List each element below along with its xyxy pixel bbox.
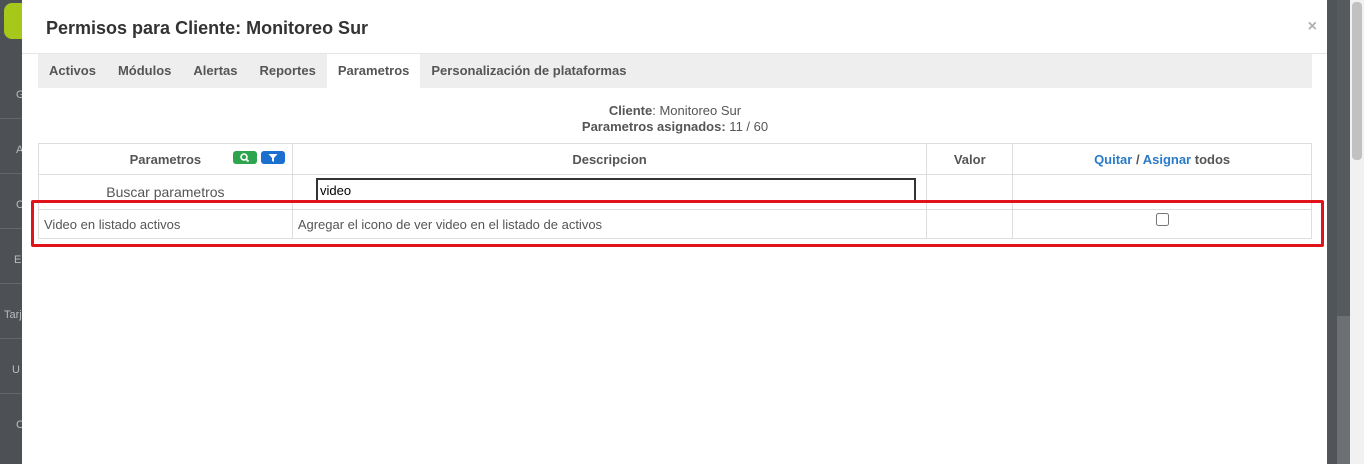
tab-reportes[interactable]: Reportes [248, 54, 326, 88]
assigned-info: Parametros asignados: 11 / 60 [38, 119, 1312, 134]
quitar-todos-link[interactable]: Quitar [1094, 152, 1132, 167]
row-assign-cell [1012, 209, 1312, 239]
tab-parametros[interactable]: Parametros [326, 54, 421, 88]
page-scrollbar[interactable] [1350, 0, 1364, 464]
table-header-row: Parametros Descripcion Valor Quitar / As… [38, 143, 1312, 175]
modal-title: Permisos para Cliente: Monitoreo Sur [46, 18, 369, 38]
row-name: Video en listado activos [38, 209, 293, 239]
search-icon [240, 153, 250, 163]
app-sidebar [0, 0, 22, 464]
search-input[interactable] [316, 178, 916, 202]
permissions-modal: Permisos para Cliente: Monitoreo Sur × A… [22, 0, 1327, 464]
tab-activos[interactable]: Activos [38, 54, 107, 88]
sidebar-divider [0, 173, 22, 174]
header-actions: Quitar / Asignar todos [1012, 143, 1312, 175]
client-info: Cliente: Monitoreo Sur [38, 103, 1312, 118]
filter-icon [268, 154, 278, 163]
sidebar-divider [0, 338, 22, 339]
table-row: Video en listado activos Agregar el icon… [38, 209, 1312, 239]
header-slash: / [1132, 151, 1143, 167]
client-value: : Monitoreo Sur [652, 103, 742, 118]
modal-scrollbar-track [1327, 0, 1337, 464]
sidebar-divider [0, 393, 22, 394]
tab-personalizacion[interactable]: Personalización de plataformas [420, 54, 637, 88]
tab-bar: Activos Módulos Alertas Reportes Paramet… [38, 54, 1312, 88]
header-buttons [233, 149, 285, 165]
header-parametros: Parametros [38, 143, 293, 175]
header-descripcion: Descripcion [291, 143, 928, 175]
tab-alertas[interactable]: Alertas [182, 54, 248, 88]
row-assign-checkbox[interactable] [1155, 213, 1169, 226]
row-description: Agregar el icono de ver video en el list… [291, 209, 928, 239]
header-parametros-label: Parametros [129, 151, 202, 167]
modal-scrollbar-thumb[interactable] [1337, 316, 1350, 464]
asignar-todos-link[interactable]: Asignar [1143, 152, 1191, 167]
sidebar-divider [0, 283, 22, 284]
assigned-label: Parametros asignados: [581, 119, 726, 134]
sidebar-divider [0, 118, 22, 119]
assigned-value: 11 / 60 [725, 119, 769, 134]
search-button[interactable] [233, 151, 257, 165]
row-value [926, 209, 1014, 239]
close-button[interactable]: × [1308, 18, 1317, 36]
filter-button[interactable] [260, 151, 285, 165]
sidebar-divider [0, 228, 22, 229]
client-label: Cliente [608, 103, 653, 118]
tab-modulos[interactable]: Módulos [107, 54, 182, 88]
header-todos: todos [1191, 151, 1231, 167]
page-scrollbar-thumb[interactable] [1352, 2, 1362, 160]
header-valor: Valor [926, 143, 1014, 175]
search-label: Buscar parametros [38, 174, 293, 210]
